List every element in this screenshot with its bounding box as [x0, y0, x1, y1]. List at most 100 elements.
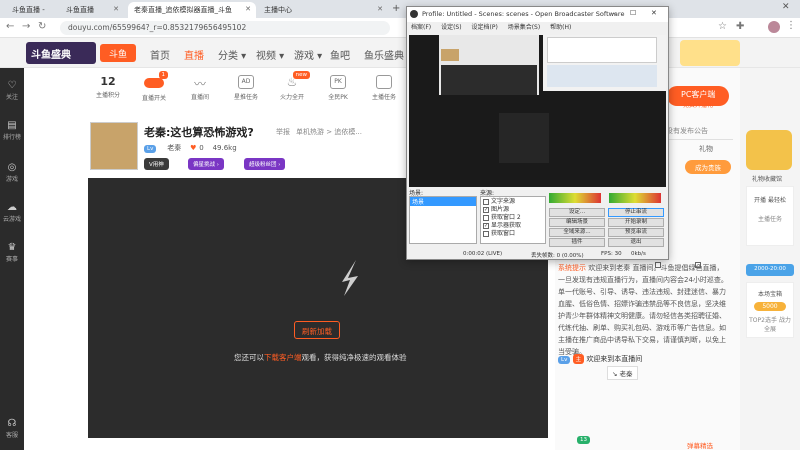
gift-link[interactable]: 礼物 [699, 144, 713, 154]
desktop-meter[interactable] [609, 193, 661, 203]
anchor-points[interactable]: 12 主播积分 [90, 75, 126, 99]
forward-icon[interactable]: → [22, 21, 30, 32]
new-tab-icon[interactable]: + [392, 3, 400, 14]
headset-icon: ☊ [7, 418, 17, 429]
exit-button[interactable]: 退出 [608, 238, 664, 247]
close-icon[interactable]: ✕ [651, 9, 657, 17]
window-close-icon[interactable]: ✕ [782, 2, 790, 12]
pc-client-sub: 免费开播礼 [683, 102, 714, 109]
site-logo[interactable]: 斗鱼盛典 [26, 42, 96, 64]
tool-live-switch[interactable]: 直播开关 1 [136, 71, 172, 102]
minimize-icon[interactable]: – [612, 9, 616, 18]
treasure-panel[interactable]: 本场宝箱 5000 TOP2选手 战力全展 [746, 282, 794, 338]
browser-tab[interactable]: 斗鱼直播 - [6, 2, 58, 18]
tool-live-room[interactable]: 〰 直播间 [182, 75, 218, 101]
obs-menu-bar: 档案(F) 设定(S) 设定档(P) 场景集合(S) 帮助(H) [407, 22, 668, 34]
waveform-icon: 〰 [193, 77, 206, 91]
room-info: 老秦:这也算恐怖游戏? 举报 单机热游 > 追依模... Lv 老秦 ♥ 0 4… [88, 118, 408, 176]
sources-list[interactable]: 文字来源 ✓ 图片源 获取窗口 2 ✓ 显示器获取 获取窗口 [480, 196, 546, 244]
vip-badge[interactable]: V用神 [144, 158, 169, 170]
online-count: 13 [577, 436, 590, 444]
menu-file[interactable]: 档案(F) [411, 24, 431, 31]
source-item[interactable]: ✓ 显示器获取 [483, 222, 543, 230]
nav-category[interactable]: 分类 ▾ [218, 47, 246, 62]
nav-fishbar[interactable]: 鱼吧 [330, 47, 350, 62]
back-icon[interactable]: ← [6, 21, 14, 32]
menu-settings[interactable]: 设定(S) [441, 24, 462, 31]
avatar[interactable] [768, 21, 780, 33]
plugins-button[interactable]: 插件 [549, 238, 605, 247]
nav-live[interactable]: 直播 [184, 47, 204, 62]
scene-item[interactable]: 场景 [410, 197, 476, 206]
mic-meter[interactable] [549, 193, 601, 203]
nav-video[interactable]: 视频 ▾ [256, 47, 284, 62]
heart-icon: ♥ [190, 144, 197, 152]
follower-count: 0 [199, 144, 204, 152]
nav-home[interactable]: 首页 [150, 47, 170, 62]
preview-stream-button[interactable]: 预览串流 [608, 228, 664, 237]
tool-firepower[interactable]: ♨ 火力全开 new [274, 71, 310, 101]
system-message: 系统提示 欢迎来到老秦 直播间。斗鱼提倡绿色直播，一旦发现有违规直播行为，直播间… [558, 264, 728, 356]
sidebar-item-games[interactable]: ◎ 游戏 [0, 162, 24, 183]
nav-games[interactable]: 游戏 ▾ [294, 47, 322, 62]
room-thumbnail[interactable] [90, 122, 138, 170]
tool-pk[interactable]: PK 全民PK [320, 75, 356, 101]
menu-profile[interactable]: 设定档(P) [471, 24, 497, 31]
global-sources-button[interactable]: 全域来源... [549, 228, 605, 237]
host-name[interactable]: 老秦 [167, 144, 181, 152]
close-icon[interactable]: ✕ [113, 5, 119, 13]
preview-video [441, 65, 537, 95]
sidebar-item-cloud[interactable]: ☁ 云游戏 [0, 202, 24, 223]
room-category[interactable]: 单机热游 > 追依模... [296, 127, 362, 137]
menu-scene-collection[interactable]: 场景集合(S) [508, 24, 541, 31]
address-bar: ← → ↻ douyu.com/6559964?_r=0.85321796564… [0, 18, 800, 38]
welcome-message: Lv 主 欢迎来到本直播间 [558, 354, 642, 364]
menu-icon[interactable]: ⋮ [786, 20, 796, 31]
sidebar-item-rank[interactable]: ▤ 排行榜 [0, 120, 24, 141]
extensions-icon[interactable]: ✚ [736, 21, 744, 32]
site-header: 斗鱼盛典 斗鱼 首页 直播 分类 ▾ 视频 ▾ 游戏 ▾ 鱼吧 鱼乐盛典 [0, 38, 800, 68]
tool-anchor-task[interactable]: 主播任务 [366, 75, 402, 101]
reload-icon[interactable]: ↻ [38, 21, 46, 32]
promo-card[interactable]: 开播 最轻松 主播任务 [746, 186, 794, 246]
fan-club-badge[interactable]: 超级粉丝团 › [244, 158, 286, 170]
chat-user-popup[interactable]: ↘ 老秦 [607, 366, 638, 380]
source-item[interactable]: 获取窗口 [483, 230, 543, 238]
source-item[interactable]: ✓ 图片源 [483, 206, 543, 214]
nav-festival[interactable]: 鱼乐盛典 [364, 47, 404, 62]
url-field[interactable]: douyu.com/6559964?_r=0.8532179656495102 [60, 21, 390, 35]
star-challenge-badge[interactable]: 偏星挑战 › [188, 158, 224, 170]
sidebar-item-follow[interactable]: ♡ 关注 [0, 80, 24, 101]
menu-help[interactable]: 帮助(H) [550, 24, 571, 31]
scenes-list[interactable]: 场景 [409, 196, 477, 244]
danmaku-select[interactable]: 弹幕精选 [687, 440, 713, 450]
download-client-link[interactable]: 下载客户端 [264, 353, 302, 362]
promo-banner[interactable] [680, 40, 740, 66]
settings-button[interactable]: 设定... [549, 208, 605, 217]
sidebar-item-events[interactable]: ♛ 赛事 [0, 242, 24, 263]
start-recording-button[interactable]: 开始录制 [608, 218, 664, 227]
report-link[interactable]: 举报 [276, 127, 290, 137]
stop-stream-button[interactable]: 停止串流 [608, 208, 664, 217]
star-icon[interactable]: ☆ [718, 21, 727, 32]
become-noble-button[interactable]: 成为贵族 [685, 160, 731, 174]
source-item[interactable]: 文字来源 [483, 198, 543, 206]
source-item[interactable]: 获取窗口 2 [483, 214, 543, 222]
maximize-icon[interactable]: ☐ [630, 9, 636, 17]
tool-star-task[interactable]: AD 星推任务 [228, 75, 264, 101]
browser-tab[interactable]: 斗鱼直播 ✕ [60, 2, 124, 18]
preview-inner [499, 113, 549, 163]
gift-collection-label[interactable]: 礼物收藏馆 [752, 174, 782, 183]
sidebar-item-service[interactable]: ☊ 客服 [0, 418, 24, 439]
promo-badge-icon[interactable] [746, 130, 792, 170]
edit-scene-button[interactable]: 编辑场景 [549, 218, 605, 227]
trophy-icon: ♛ [7, 242, 17, 253]
close-icon[interactable]: ✕ [377, 5, 383, 13]
refresh-button[interactable]: 刷新加载 [294, 321, 340, 339]
room-title: 老秦:这也算恐怖游戏? [144, 126, 254, 139]
browser-tab-active[interactable]: 老秦直播_追依模拟器直播_斗鱼 ✕ [128, 2, 256, 18]
preview-dark [409, 95, 666, 187]
anchor-toolbar: 12 主播积分 直播开关 1 〰 直播间 AD 星推任务 ♨ 火力全开 new … [90, 71, 410, 113]
close-icon[interactable]: ✕ [245, 5, 251, 13]
browser-tab[interactable]: 主播中心 ✕ [258, 2, 388, 18]
